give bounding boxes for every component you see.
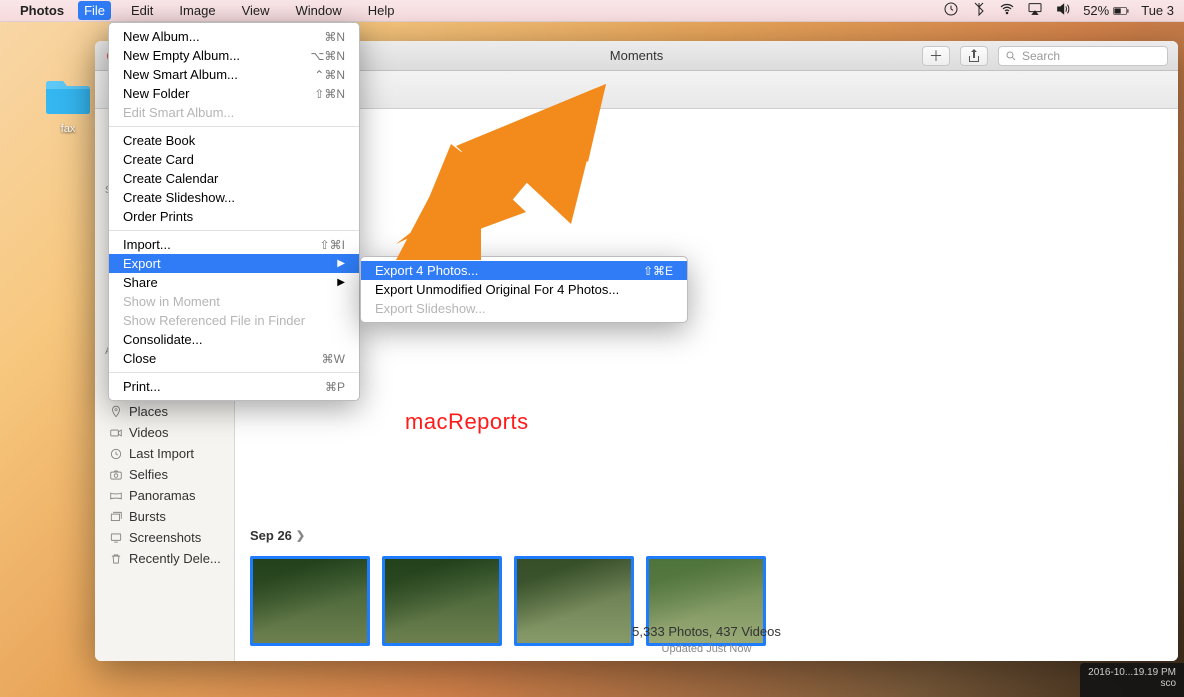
menu-item-edit-smart-album: Edit Smart Album... — [109, 103, 359, 122]
dock-filename: 2016-10...19.19 PM — [1088, 667, 1176, 678]
menu-item-show-in-moment: Show in Moment — [109, 292, 359, 311]
sidebar-item-selfies[interactable]: Selfies — [95, 464, 234, 485]
submenu-item-export-photos[interactable]: Export 4 Photos...⇧⌘E — [361, 261, 687, 280]
menu-file[interactable]: File — [78, 1, 111, 20]
submenu-item-export-slideshow: Export Slideshow... — [361, 299, 687, 318]
menu-item-new-smart-album[interactable]: New Smart Album...⌃⌘N — [109, 65, 359, 84]
menu-item-new-empty-album[interactable]: New Empty Album...⌥⌘N — [109, 46, 359, 65]
submenu-item-export-unmodified[interactable]: Export Unmodified Original For 4 Photos.… — [361, 280, 687, 299]
dock-filename-2: sco — [1088, 678, 1176, 689]
battery-percentage: 52% — [1083, 3, 1109, 18]
file-menu: New Album...⌘N New Empty Album...⌥⌘N New… — [108, 22, 360, 401]
sidebar-item-videos[interactable]: Videos — [95, 422, 234, 443]
menu-item-create-book[interactable]: Create Book — [109, 131, 359, 150]
library-updated: Updated Just Now — [235, 643, 1178, 655]
menu-item-import[interactable]: Import...⇧⌘I — [109, 235, 359, 254]
date-label: Sep 26 — [250, 528, 292, 543]
sidebar-item-panoramas[interactable]: Panoramas — [95, 485, 234, 506]
sidebar-item-label: Selfies — [129, 467, 168, 482]
folder-icon — [44, 78, 92, 116]
sidebar-item-label: Recently Dele... — [129, 551, 221, 566]
volume-icon[interactable] — [1055, 1, 1071, 20]
airplay-icon[interactable] — [1027, 1, 1043, 20]
sidebar-item-screenshots[interactable]: Screenshots — [95, 527, 234, 548]
menu-item-new-album[interactable]: New Album...⌘N — [109, 27, 359, 46]
sidebar-item-label: Screenshots — [129, 530, 201, 545]
search-icon — [1005, 50, 1017, 62]
sidebar-item-label: Videos — [129, 425, 169, 440]
sidebar-item-label: Bursts — [129, 509, 166, 524]
search-field[interactable]: Search — [998, 46, 1168, 66]
battery-status[interactable]: 52% — [1083, 3, 1129, 19]
app-name[interactable]: Photos — [20, 3, 64, 18]
library-count: 5,333 Photos, 437 Videos — [235, 624, 1178, 639]
sidebar-item-bursts[interactable]: Bursts — [95, 506, 234, 527]
clock-icon — [109, 447, 123, 461]
menubar-status-area: 52% Tue 3 — [943, 1, 1174, 20]
menu-item-order-prints[interactable]: Order Prints — [109, 207, 359, 226]
panorama-icon — [109, 489, 123, 503]
desktop-folder-label: fax — [38, 123, 98, 135]
menu-edit[interactable]: Edit — [125, 1, 159, 20]
moments-date-header[interactable]: Sep 26 ❯ — [250, 528, 305, 543]
search-placeholder: Search — [1022, 49, 1060, 63]
menu-window[interactable]: Window — [290, 1, 348, 20]
battery-icon — [1113, 3, 1129, 19]
menu-item-close[interactable]: Close⌘W — [109, 349, 359, 368]
video-icon — [109, 426, 123, 440]
menu-item-new-folder[interactable]: New Folder⇧⌘N — [109, 84, 359, 103]
sidebar-item-last-import[interactable]: Last Import — [95, 443, 234, 464]
wifi-icon[interactable] — [999, 1, 1015, 20]
screenshot-icon — [109, 531, 123, 545]
sidebar-item-recently-deleted[interactable]: Recently Dele... — [95, 548, 234, 569]
desktop-folder-fax[interactable]: fax — [38, 78, 98, 135]
menu-view[interactable]: View — [236, 1, 276, 20]
add-button[interactable]: ＋ — [922, 46, 950, 66]
submenu-arrow-icon: ▶ — [337, 277, 345, 288]
watermark-text: macReports — [405, 409, 529, 435]
pin-icon — [109, 405, 123, 419]
share-button[interactable] — [960, 46, 988, 66]
menu-item-create-slideshow[interactable]: Create Slideshow... — [109, 188, 359, 207]
chevron-right-icon: ❯ — [296, 529, 305, 542]
content-area: macReports Sep 26 ❯ 5,333 Photos, 437 Vi… — [235, 109, 1178, 661]
sidebar-item-label: Last Import — [129, 446, 194, 461]
share-icon — [968, 49, 980, 63]
trash-icon — [109, 552, 123, 566]
menu-item-show-referenced-file: Show Referenced File in Finder — [109, 311, 359, 330]
menu-item-export[interactable]: Export▶ — [109, 254, 359, 273]
menu-item-share[interactable]: Share▶ — [109, 273, 359, 292]
menu-item-print[interactable]: Print...⌘P — [109, 377, 359, 396]
menu-image[interactable]: Image — [173, 1, 221, 20]
sidebar-item-places[interactable]: Places — [95, 401, 234, 422]
sidebar-item-label: Places — [129, 404, 168, 419]
bursts-icon — [109, 510, 123, 524]
menu-item-create-calendar[interactable]: Create Calendar — [109, 169, 359, 188]
sidebar-item-label: Panoramas — [129, 488, 195, 503]
menu-item-consolidate[interactable]: Consolidate... — [109, 330, 359, 349]
macos-menubar: Photos File Edit Image View Window Help … — [0, 0, 1184, 22]
submenu-arrow-icon: ▶ — [337, 258, 345, 269]
dock-preview: 2016-10...19.19 PM sco — [1080, 663, 1184, 697]
time-machine-icon[interactable] — [943, 1, 959, 20]
menu-item-create-card[interactable]: Create Card — [109, 150, 359, 169]
menubar-clock[interactable]: Tue 3 — [1141, 3, 1174, 18]
camera-icon — [109, 468, 123, 482]
export-submenu: Export 4 Photos...⇧⌘E Export Unmodified … — [360, 256, 688, 323]
menu-help[interactable]: Help — [362, 1, 401, 20]
bluetooth-icon[interactable] — [971, 1, 987, 20]
